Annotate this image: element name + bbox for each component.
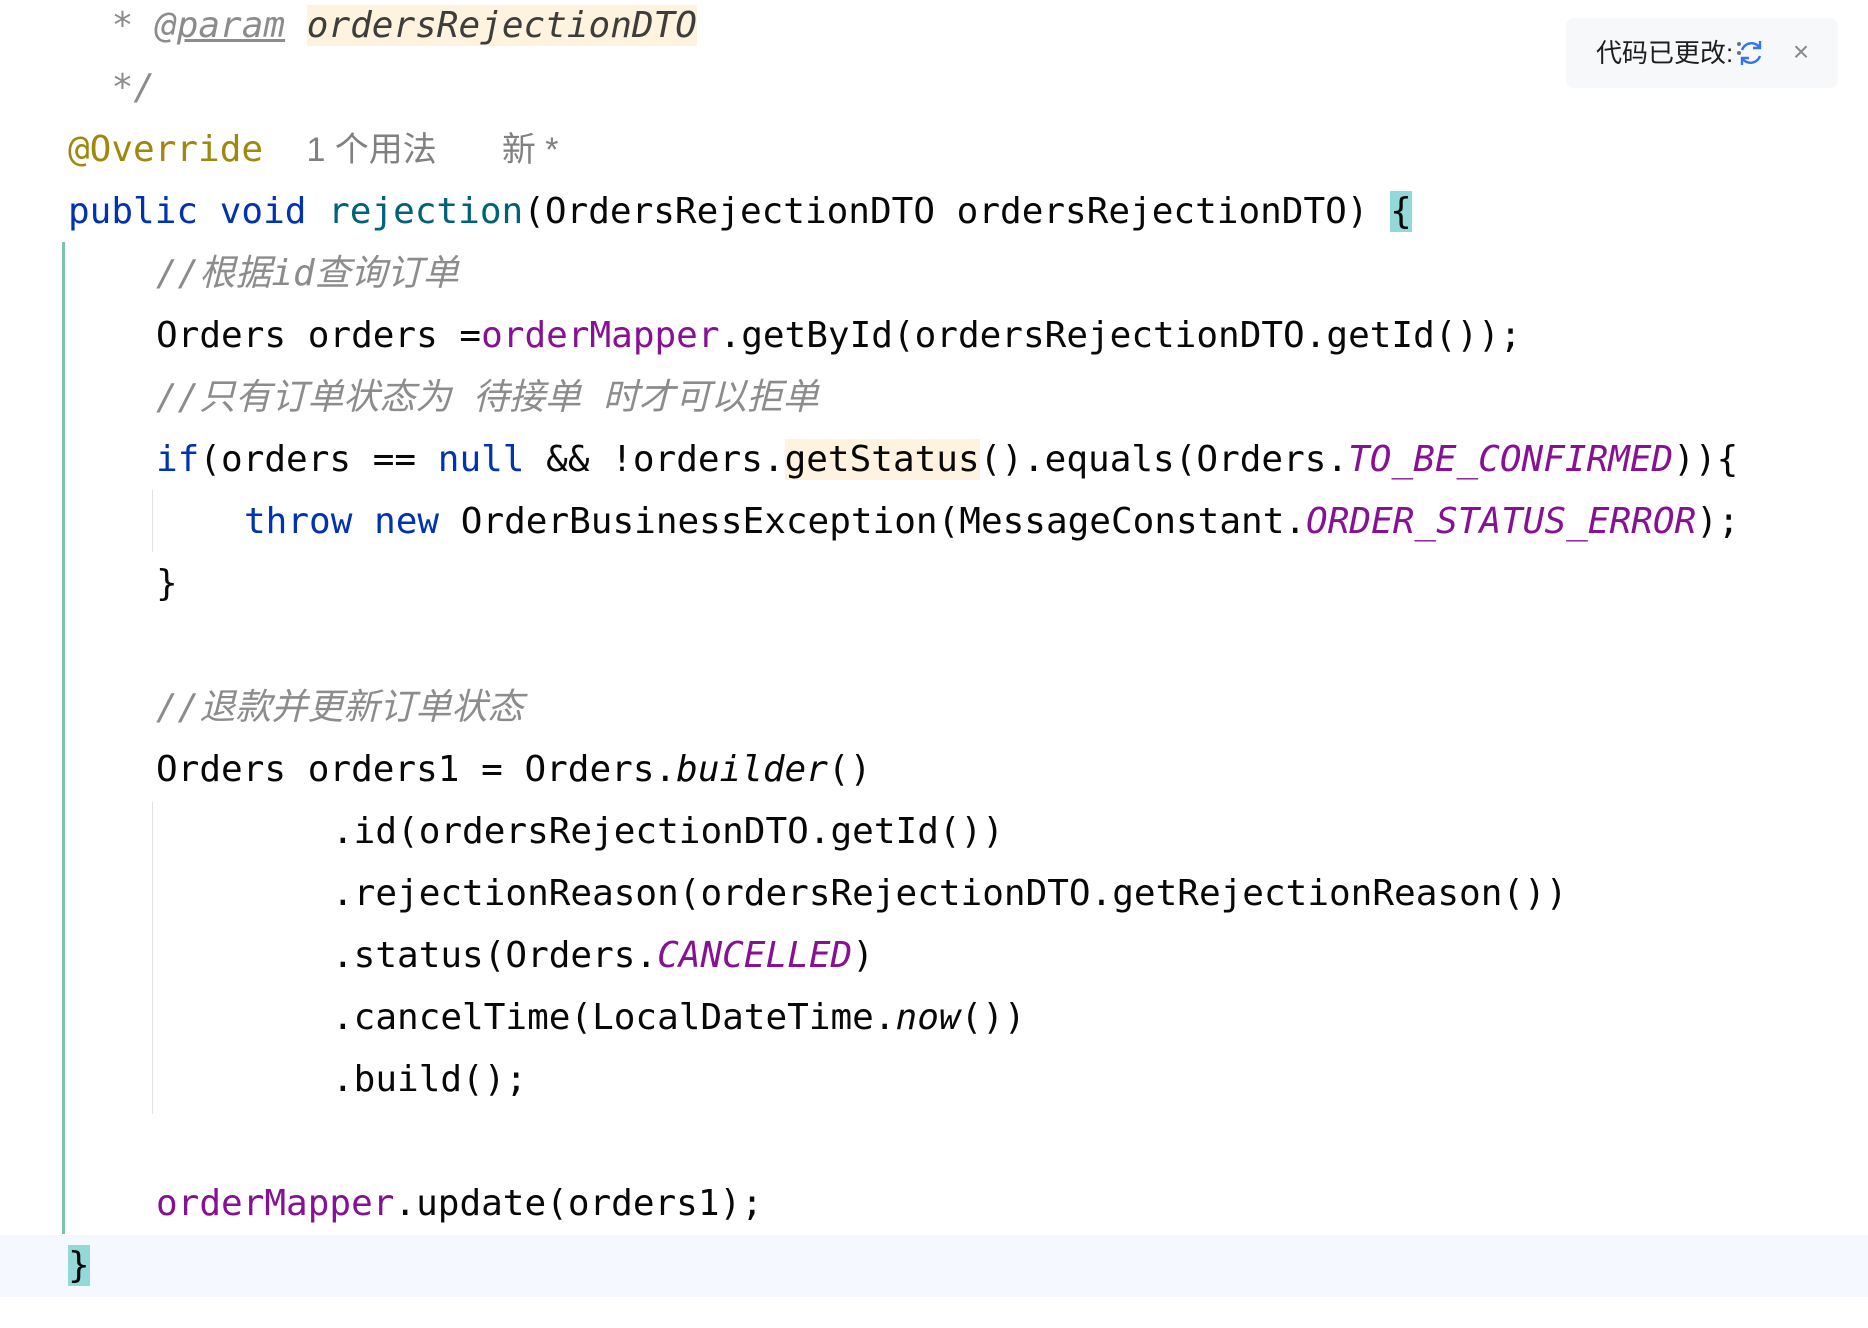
code-line[interactable]: .rejectionReason(ordersRejectionDTO.getR… [332, 863, 1868, 925]
closing-brace: } [156, 563, 178, 604]
caret-line[interactable]: } [0, 1235, 1868, 1297]
static-method-builder[interactable]: builder [676, 749, 828, 790]
code-text: .id(ordersRejectionDTO.getId()) [332, 811, 1004, 852]
code-text: ) [852, 935, 874, 976]
code-line[interactable]: //退款并更新订单状态 [156, 677, 1868, 739]
code-line[interactable]: .build(); [332, 1049, 1868, 1111]
indent-guide [152, 802, 153, 1114]
code-line[interactable]: //只有订单状态为 待接单 时才可以拒单 [156, 367, 1868, 429]
code-text: OrderBusinessException(MessageConstant. [439, 501, 1307, 542]
code-text: Orders orders = [156, 315, 482, 356]
notification-text: 代码已更改: [1596, 38, 1734, 68]
code-text: Orders orders1 = Orders. [156, 749, 677, 790]
method-name[interactable]: rejection [328, 191, 523, 232]
keyword-new: new [374, 501, 440, 542]
code-line[interactable]: .id(ordersRejectionDTO.getId()) [332, 801, 1868, 863]
code-text: .cancelTime(LocalDateTime. [332, 997, 896, 1038]
code-line[interactable]: Orders orders =orderMapper.getById(order… [156, 305, 1868, 367]
code-text: .build(); [332, 1059, 528, 1100]
code-line[interactable]: //根据id查询订单 [156, 243, 1868, 305]
code-comment: //只有订单状态为 待接单 时才可以拒单 [156, 377, 819, 418]
keyword-void: void [219, 191, 307, 232]
vcs-change-marker[interactable] [62, 242, 65, 1234]
code-text: .update(orders1); [394, 1183, 763, 1224]
constant-cancelled[interactable]: CANCELLED [657, 935, 852, 976]
doc-end: */ [90, 67, 156, 108]
code-line[interactable]: .status(Orders.CANCELLED) [332, 925, 1868, 987]
constant-order-status-error[interactable]: ORDER_STATUS_ERROR [1306, 501, 1696, 542]
field-order-mapper[interactable]: orderMapper [156, 1183, 394, 1224]
doc-space [285, 5, 307, 46]
author-inlay-hint[interactable]: 新 * [502, 131, 559, 169]
code-comment: //根据id查询订单 [156, 253, 459, 294]
code-line[interactable]: } [156, 553, 1868, 615]
keyword-null: null [437, 439, 525, 480]
doc-param-name[interactable]: ordersRejectionDTO [306, 5, 697, 46]
code-line[interactable]: Orders orders1 = Orders.builder() [156, 739, 1868, 801]
code-text: (orders == [199, 439, 438, 480]
keyword-public: public [68, 191, 199, 232]
code-line[interactable]: if(orders == null && !orders.getStatus()… [156, 429, 1868, 491]
code-line[interactable]: throw new OrderBusinessException(Message… [244, 491, 1868, 553]
code-text: ().equals(Orders. [979, 439, 1349, 480]
close-icon[interactable]: × [1786, 34, 1816, 70]
code-text: () [827, 749, 872, 790]
method-params: (OrdersRejectionDTO ordersRejectionDTO) [523, 191, 1391, 232]
indent-guide [152, 490, 153, 552]
code-changed-notification: 代码已更改: × [1566, 18, 1838, 88]
code-editor[interactable]: * @param ordersRejectionDTO */ @Override… [0, 0, 1868, 1328]
code-text: .status(Orders. [332, 935, 658, 976]
code-line[interactable]: public void rejection(OrdersRejectionDTO… [68, 181, 1868, 243]
code-text: .rejectionReason(ordersRejectionDTO.getR… [332, 873, 1568, 914]
code-text: )){ [1673, 439, 1739, 480]
code-line[interactable]: .cancelTime(LocalDateTime.now()) [332, 987, 1868, 1049]
keyword-throw: throw [244, 501, 353, 542]
override-annotation[interactable]: @Override [68, 129, 263, 170]
usages-inlay-hint[interactable]: 1 个用法 [306, 131, 436, 169]
code-text: ); [1696, 501, 1740, 542]
doc-param-tag[interactable]: @param [155, 5, 285, 46]
matched-brace-open: { [1390, 191, 1412, 232]
code-text: ()) [960, 997, 1026, 1038]
code-line[interactable]: orderMapper.update(orders1); [156, 1173, 1868, 1235]
code-text: && !orders. [524, 439, 785, 480]
matched-brace-close: } [68, 1245, 90, 1286]
constant-to-be-confirmed[interactable]: TO_BE_CONFIRMED [1348, 439, 1673, 480]
code-text: .getById(ordersRejectionDTO.getId()); [719, 315, 1522, 356]
reload-changes-icon[interactable] [1734, 36, 1768, 70]
code-line[interactable]: @Override 1 个用法 新 * [68, 119, 1868, 181]
code-comment: //退款并更新订单状态 [156, 687, 524, 728]
field-order-mapper[interactable]: orderMapper [481, 315, 719, 356]
doc-star: * [90, 5, 156, 46]
static-method-now[interactable]: now [896, 997, 961, 1038]
highlighted-getstatus[interactable]: getStatus [784, 439, 980, 480]
keyword-if: if [156, 439, 200, 480]
